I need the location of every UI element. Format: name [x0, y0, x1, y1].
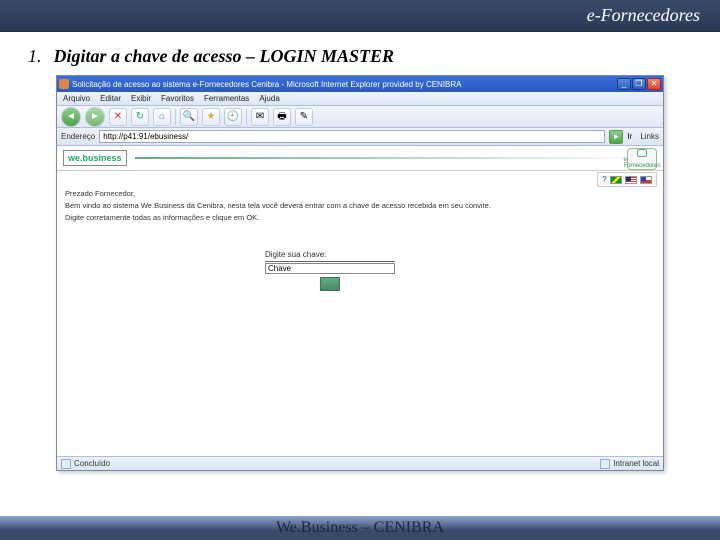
login-label: Digite sua chave:	[265, 250, 395, 261]
ok-button[interactable]	[320, 277, 340, 291]
window-title: Solicitação de acesso ao sistema e-Forne…	[72, 80, 462, 89]
links-label[interactable]: Links	[640, 132, 659, 141]
status-right: Intranet local	[600, 459, 659, 469]
slide-header: e-Fornecedores	[0, 0, 720, 32]
back-icon: ◄	[66, 112, 76, 122]
go-icon: ►	[612, 132, 620, 141]
ie-address-bar: Endereço http://p41:91/ebusiness/ ► Ir L…	[57, 128, 663, 146]
login-block: Digite sua chave:	[265, 250, 465, 290]
footer-text: We.Business – CENIBRA	[276, 519, 444, 537]
back-button[interactable]: ◄	[61, 107, 81, 127]
greeting-text: Prezado Fornecedor,	[65, 189, 655, 199]
close-button[interactable]: ✕	[647, 78, 661, 90]
page-body: Prezado Fornecedor, Bem vindo ao sistema…	[57, 171, 663, 291]
cart-icon	[637, 149, 647, 157]
stop-button[interactable]: ✕	[109, 108, 127, 126]
search-icon: 🔍	[183, 112, 195, 122]
titlebar-left: Solicitação de acesso ao sistema e-Forne…	[59, 79, 462, 89]
step-number: 1.	[28, 46, 42, 67]
toolbar-sep-1	[175, 109, 176, 125]
zone-text: Intranet local	[613, 459, 659, 468]
slide-header-title: e-Fornecedores	[587, 5, 700, 26]
ie-titlebar: Solicitação de acesso ao sistema e-Forne…	[57, 76, 663, 92]
stop-icon: ✕	[114, 112, 122, 122]
webusiness-logo: we.business	[63, 150, 127, 166]
edit-button[interactable]: ✎	[295, 108, 313, 126]
forward-icon: ►	[90, 112, 100, 122]
flag-cl-icon[interactable]	[640, 176, 652, 184]
ie-toolbar: ◄ ► ✕ ↻ ⌂ 🔍 ★ 🕘 ✉ 🖶 ✎	[57, 106, 663, 128]
forward-button[interactable]: ►	[85, 107, 105, 127]
home-button[interactable]: ⌂	[153, 108, 171, 126]
mail-icon: ✉	[256, 112, 264, 122]
mail-button[interactable]: ✉	[251, 108, 269, 126]
go-label: Ir	[627, 132, 632, 141]
slide-footer: We.Business – CENIBRA	[0, 516, 720, 540]
page-content-area: we.business e-Fornecedores ? P	[57, 146, 663, 456]
minimize-button[interactable]: _	[617, 78, 631, 90]
step-line: 1. Digitar a chave de acesso – LOGIN MAS…	[28, 46, 692, 67]
menu-edit[interactable]: Editar	[100, 94, 121, 103]
flag-us-icon[interactable]	[625, 176, 637, 184]
history-icon: 🕘	[227, 112, 239, 122]
maximize-button[interactable]: ❐	[632, 78, 646, 90]
page-header: we.business e-Fornecedores ?	[57, 146, 663, 171]
efornecedores-icon[interactable]: e-Fornecedores	[627, 148, 657, 170]
window-controls: _ ❐ ✕	[617, 78, 661, 90]
header-right-icons: e-Fornecedores ?	[597, 148, 657, 187]
go-button[interactable]: ►	[609, 130, 623, 144]
language-flags: ?	[597, 172, 657, 187]
ie-menubar: Arquivo Editar Exibir Favoritos Ferramen…	[57, 92, 663, 106]
status-done-icon	[61, 459, 71, 469]
address-input[interactable]: http://p41:91/ebusiness/	[99, 130, 605, 143]
ie-status-bar: Concluído Intranet local	[57, 456, 663, 470]
slide-body: 1. Digitar a chave de acesso – LOGIN MAS…	[0, 32, 720, 471]
menu-view[interactable]: Exibir	[131, 94, 151, 103]
flag-br-icon[interactable]	[610, 176, 622, 184]
history-button[interactable]: 🕘	[224, 108, 242, 126]
star-icon: ★	[207, 112, 216, 122]
menu-file[interactable]: Arquivo	[63, 94, 90, 103]
address-label: Endereço	[61, 132, 95, 141]
step-text: Digitar a chave de acesso – LOGIN MASTER	[54, 46, 395, 67]
zone-icon	[600, 459, 610, 469]
toolbar-sep-2	[246, 109, 247, 125]
ie-app-icon	[59, 79, 69, 89]
help-icon[interactable]: ?	[602, 175, 607, 184]
welcome-text: Bem vindo ao sistema We.Business da Ceni…	[65, 201, 655, 211]
refresh-button[interactable]: ↻	[131, 108, 149, 126]
status-text: Concluído	[74, 459, 110, 468]
print-button[interactable]: 🖶	[273, 108, 291, 126]
status-left: Concluído	[61, 459, 110, 469]
menu-help[interactable]: Ajuda	[259, 94, 279, 103]
print-icon: 🖶	[277, 112, 286, 122]
menu-tools[interactable]: Ferramentas	[204, 94, 249, 103]
instruction-text: Digite corretamente todas as informações…	[65, 213, 655, 223]
ie-window: Solicitação de acesso ao sistema e-Forne…	[56, 75, 664, 471]
search-button[interactable]: 🔍	[180, 108, 198, 126]
edit-icon: ✎	[300, 112, 308, 122]
refresh-icon: ↻	[136, 112, 144, 122]
home-icon: ⌂	[159, 112, 165, 122]
menu-favorites[interactable]: Favoritos	[161, 94, 194, 103]
address-value: http://p41:91/ebusiness/	[103, 132, 188, 141]
logo-divider	[135, 157, 657, 159]
access-key-input[interactable]	[265, 263, 395, 274]
efornecedores-label: e-Fornecedores	[624, 157, 661, 169]
favorites-button[interactable]: ★	[202, 108, 220, 126]
